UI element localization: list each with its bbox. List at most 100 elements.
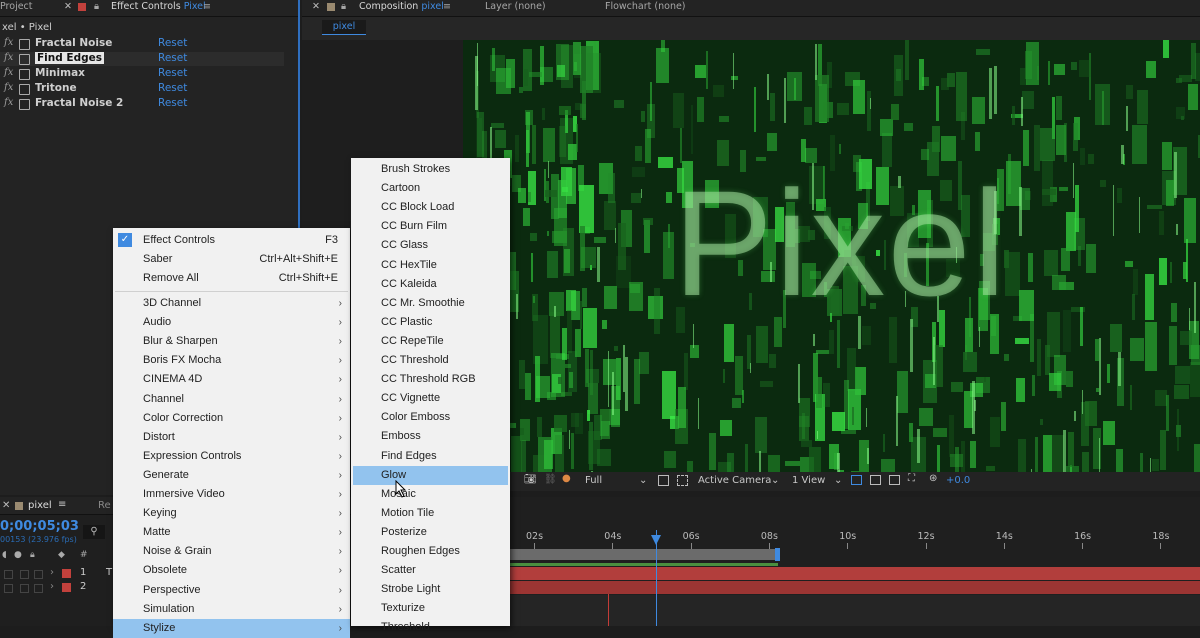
fx-toggle-icon[interactable]: fx xyxy=(4,52,13,63)
time-ruler[interactable]: 02s 04s 06s 08s 10s 12s 14s 16s 18s xyxy=(510,530,1200,550)
solo-toggle[interactable] xyxy=(20,584,29,593)
link-icon[interactable]: ⛓ xyxy=(544,474,557,485)
menu-item-category[interactable]: Audio › xyxy=(113,313,350,332)
submenu-item[interactable]: CC Kaleida xyxy=(351,275,510,294)
work-area-end-handle[interactable] xyxy=(775,548,780,561)
submenu-item[interactable]: CC Vignette xyxy=(351,389,510,408)
submenu-item[interactable]: Scatter xyxy=(351,561,510,580)
reset-link[interactable]: Reset xyxy=(158,37,187,49)
transparency-grid-icon[interactable] xyxy=(677,475,688,486)
submenu-item[interactable]: Strobe Light xyxy=(351,580,510,599)
submenu-item[interactable]: CC Threshold RGB xyxy=(351,370,510,389)
submenu-item[interactable]: Color Emboss xyxy=(351,408,510,427)
effect-row[interactable]: fx Fractal Noise 2 Reset xyxy=(0,97,284,111)
chevron-down-icon[interactable]: ⌄ xyxy=(834,475,842,486)
submenu-item[interactable]: CC Threshold xyxy=(351,351,510,370)
menu-item-category[interactable]: Channel › xyxy=(113,390,350,409)
color-channels-icon[interactable]: ● xyxy=(562,473,571,484)
work-area[interactable] xyxy=(510,549,778,560)
tab-flowchart[interactable]: Flowchart (none) xyxy=(605,1,686,12)
menu-item-category[interactable]: Noise & Grain › xyxy=(113,542,350,561)
reset-exposure-icon[interactable]: ⊛ xyxy=(929,473,937,484)
layer-bar-2[interactable] xyxy=(510,581,1200,594)
submenu-item[interactable]: Find Edges xyxy=(351,447,510,466)
layer-label-swatch[interactable] xyxy=(62,583,71,592)
layer-row[interactable]: › 1 T xyxy=(0,567,120,580)
effect-row[interactable]: fx Find Edges Reset xyxy=(0,52,284,66)
submenu-item[interactable]: CC HexTile xyxy=(351,256,510,275)
tab-effect-controls[interactable]: Effect Controls Pixel xyxy=(111,1,206,12)
menu-item-category[interactable]: 3D Channel › xyxy=(113,294,350,313)
lock-icon[interactable]: 🔒︎ xyxy=(94,1,99,12)
composition-viewer[interactable]: Pixel xyxy=(463,40,1200,472)
layer-name[interactable]: T xyxy=(106,567,112,578)
panel-menu-icon[interactable]: ≡ xyxy=(443,1,451,12)
close-icon[interactable]: ✕ xyxy=(64,1,72,12)
menu-item-category[interactable]: Expression Controls › xyxy=(113,447,350,466)
fx-toggle-icon[interactable]: fx xyxy=(4,37,13,48)
close-icon[interactable]: ✕ xyxy=(2,500,10,511)
submenu-item[interactable]: CC RepeTile xyxy=(351,332,510,351)
submenu-item[interactable]: CC Mr. Smoothie xyxy=(351,294,510,313)
visibility-toggle[interactable] xyxy=(4,570,13,579)
tab-project[interactable]: Project xyxy=(0,1,33,12)
timecode[interactable]: 0;00;05;03 xyxy=(0,519,79,534)
menu-item-category[interactable]: Perspective › xyxy=(113,581,350,600)
camera-icon[interactable]: 📷︎ xyxy=(524,474,537,485)
menu-item-category[interactable]: Boris FX Mocha › xyxy=(113,351,350,370)
reset-link[interactable]: Reset xyxy=(158,52,187,64)
menu-item-category[interactable]: Matte › xyxy=(113,523,350,542)
menu-item[interactable]: Saber Ctrl+Alt+Shift+E xyxy=(113,250,350,269)
menu-item-category[interactable]: Color Correction › xyxy=(113,409,350,428)
menu-item-category[interactable]: Simulation › xyxy=(113,600,350,619)
menu-item-category[interactable]: Generate › xyxy=(113,466,350,485)
submenu-item[interactable]: Roughen Edges xyxy=(351,542,510,561)
tab-composition[interactable]: Composition pixel xyxy=(359,1,444,12)
search-icon[interactable]: ⚲ xyxy=(83,525,105,539)
reset-link[interactable]: Reset xyxy=(158,82,187,94)
region-of-interest-icon[interactable] xyxy=(658,475,669,486)
lock-toggle[interactable] xyxy=(34,584,43,593)
effect-row[interactable]: fx Tritone Reset xyxy=(0,82,284,96)
lock-toggle[interactable] xyxy=(34,570,43,579)
submenu-item[interactable]: CC Glass xyxy=(351,236,510,255)
menu-item-category[interactable]: Keying › xyxy=(113,504,350,523)
close-icon[interactable]: ✕ xyxy=(312,1,320,12)
reset-link[interactable]: Reset xyxy=(158,67,187,79)
panel-menu-icon[interactable]: ≡ xyxy=(203,1,211,12)
submenu-item[interactable]: Threshold xyxy=(351,618,510,637)
chevron-right-icon[interactable]: › xyxy=(50,567,54,578)
submenu-item[interactable]: CC Plastic xyxy=(351,313,510,332)
submenu-item[interactable]: Posterize xyxy=(351,523,510,542)
fx-toggle-icon[interactable]: fx xyxy=(4,82,13,93)
submenu-item[interactable]: Glow xyxy=(353,465,508,485)
chevron-down-icon[interactable]: ⌄ xyxy=(639,475,647,486)
view-layout-select[interactable]: 1 View xyxy=(792,475,825,486)
camera-select[interactable]: Active Camera xyxy=(698,475,771,486)
submenu-item[interactable]: Cartoon xyxy=(351,179,510,198)
timeline-icon[interactable] xyxy=(889,475,900,485)
submenu-item[interactable]: Brush Strokes xyxy=(351,160,510,179)
menu-item-category[interactable]: Stylize › xyxy=(113,618,350,638)
submenu-item[interactable]: Emboss xyxy=(351,427,510,446)
lock-icon[interactable]: 🔒︎ xyxy=(341,1,346,12)
playhead-handle[interactable] xyxy=(651,535,661,545)
flowchart-icon[interactable]: ⛶ xyxy=(908,473,915,484)
menu-item[interactable]: Remove All Ctrl+Shift+E xyxy=(113,269,350,288)
solo-toggle[interactable] xyxy=(20,570,29,579)
submenu-item[interactable]: Motion Tile xyxy=(351,504,510,523)
exposure-value[interactable]: +0.0 xyxy=(946,475,970,486)
menu-item-category[interactable]: Immersive Video › xyxy=(113,485,350,504)
reset-link[interactable]: Reset xyxy=(158,97,187,109)
tab-render-queue[interactable]: Re xyxy=(98,500,111,511)
layer-row[interactable]: › 2 xyxy=(0,581,120,594)
menu-item-category[interactable]: Distort › xyxy=(113,428,350,447)
chevron-right-icon[interactable]: › xyxy=(50,581,54,592)
toggle-pixel-aspect-icon[interactable] xyxy=(851,475,862,485)
fast-previews-icon[interactable] xyxy=(870,475,881,485)
effect-row[interactable]: fx Fractal Noise Reset xyxy=(0,37,284,51)
comp-subtab-pixel[interactable]: pixel xyxy=(322,20,366,35)
submenu-item[interactable]: Mosaic xyxy=(351,485,510,504)
fx-toggle-icon[interactable]: fx xyxy=(4,97,13,108)
chevron-down-icon[interactable]: ⌄ xyxy=(771,475,779,486)
